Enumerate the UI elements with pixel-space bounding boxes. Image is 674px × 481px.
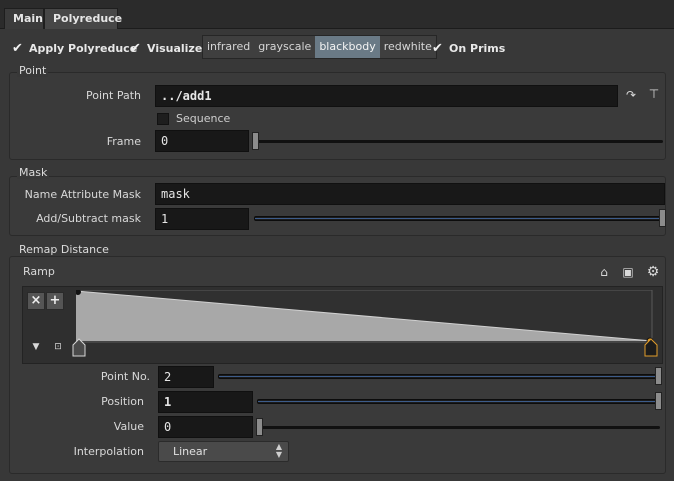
jump-to-node-icon[interactable]: ↷ bbox=[624, 88, 638, 102]
point-panel-title: Point bbox=[17, 64, 49, 77]
point-no-slider-handle[interactable] bbox=[655, 367, 662, 385]
gear-icon[interactable]: ⚙ bbox=[643, 264, 663, 280]
scheme-grayscale[interactable]: grayscale bbox=[254, 36, 315, 58]
position-label: Position bbox=[101, 395, 144, 408]
sequence-checkbox[interactable] bbox=[157, 113, 169, 125]
scheme-redwhite[interactable]: redwhite bbox=[380, 36, 436, 58]
checkmark-icon: ✔ bbox=[130, 41, 141, 56]
position-input[interactable]: 1 bbox=[158, 391, 253, 413]
tab-bar: Main Polyreduce bbox=[0, 0, 674, 29]
add-subtract-slider-handle[interactable] bbox=[659, 209, 666, 227]
add-key-button[interactable]: + bbox=[46, 292, 64, 310]
collapse-arrow-icon[interactable]: ▼ bbox=[30, 342, 42, 352]
add-subtract-mask-input[interactable]: 1 bbox=[155, 208, 249, 230]
dropdown-arrows-icon: ▲ ▼ bbox=[275, 442, 282, 459]
on-prims-label: On Prims bbox=[449, 42, 506, 55]
point-no-label: Point No. bbox=[100, 370, 150, 383]
ramp-edit-icon[interactable]: ▣ bbox=[620, 265, 636, 279]
tab-main[interactable]: Main bbox=[4, 8, 44, 29]
point-no-slider-track[interactable] bbox=[218, 374, 660, 379]
ramp-key-start-marker[interactable] bbox=[71, 338, 87, 358]
apply-polyreduce-label: Apply Polyreduce bbox=[29, 42, 138, 55]
add-subtract-slider-track[interactable] bbox=[254, 216, 662, 221]
remap-distance-title: Remap Distance bbox=[17, 243, 111, 256]
position-slider-track[interactable] bbox=[257, 399, 660, 404]
on-prims-checkbox[interactable]: ✔ On Prims bbox=[432, 41, 505, 56]
checkmark-icon: ✔ bbox=[12, 41, 23, 56]
name-attribute-mask-label: Name Attribute Mask bbox=[24, 188, 141, 201]
interpolation-dropdown[interactable]: Linear ▲ ▼ bbox=[158, 441, 289, 462]
value-slider-handle[interactable] bbox=[256, 418, 263, 436]
add-subtract-mask-label: Add/Subtract mask bbox=[36, 212, 141, 225]
value-label: Value bbox=[113, 420, 144, 433]
frame-label: Frame bbox=[106, 135, 141, 148]
point-path-input[interactable]: ../add1 bbox=[155, 85, 618, 107]
visualize-label: Visualize bbox=[147, 42, 203, 55]
value-input[interactable]: 0 bbox=[158, 416, 253, 438]
scheme-blackbody[interactable]: blackbody bbox=[315, 36, 380, 58]
node-chooser-icon[interactable]: ⊤ bbox=[645, 87, 663, 101]
position-slider-handle[interactable] bbox=[655, 392, 662, 410]
ramp-label: Ramp bbox=[23, 265, 55, 278]
ramp-graph[interactable] bbox=[76, 290, 654, 346]
checkmark-icon: ✔ bbox=[432, 41, 443, 56]
frame-slider-track[interactable] bbox=[257, 140, 663, 143]
apply-polyreduce-checkbox[interactable]: ✔ Apply Polyreduce bbox=[12, 41, 137, 56]
point-no-input[interactable]: 2 bbox=[158, 366, 214, 388]
frame-slider-handle[interactable] bbox=[252, 132, 259, 150]
scheme-infrared[interactable]: infrared bbox=[203, 36, 254, 58]
ramp-preset-icon[interactable]: ⌂ bbox=[596, 265, 612, 279]
name-attribute-mask-input[interactable]: mask bbox=[155, 183, 665, 205]
color-scheme-selector: infrared grayscale blackbody redwhite bbox=[202, 35, 437, 59]
tab-polyreduce[interactable]: Polyreduce bbox=[44, 8, 122, 29]
value-slider-track[interactable] bbox=[258, 426, 660, 429]
point-path-label: Point Path bbox=[86, 89, 141, 102]
keyframe-icon[interactable]: ⊡ bbox=[51, 342, 65, 352]
interpolation-label: Interpolation bbox=[73, 445, 144, 458]
ramp-key-end-marker[interactable] bbox=[643, 338, 659, 358]
interpolation-value: Linear bbox=[173, 445, 208, 458]
frame-input[interactable]: 0 bbox=[155, 130, 249, 152]
sequence-label: Sequence bbox=[176, 112, 231, 125]
visualize-checkbox[interactable]: ✔ Visualize bbox=[130, 41, 202, 56]
remove-key-button[interactable]: × bbox=[27, 292, 45, 310]
mask-panel-title: Mask bbox=[17, 166, 50, 179]
